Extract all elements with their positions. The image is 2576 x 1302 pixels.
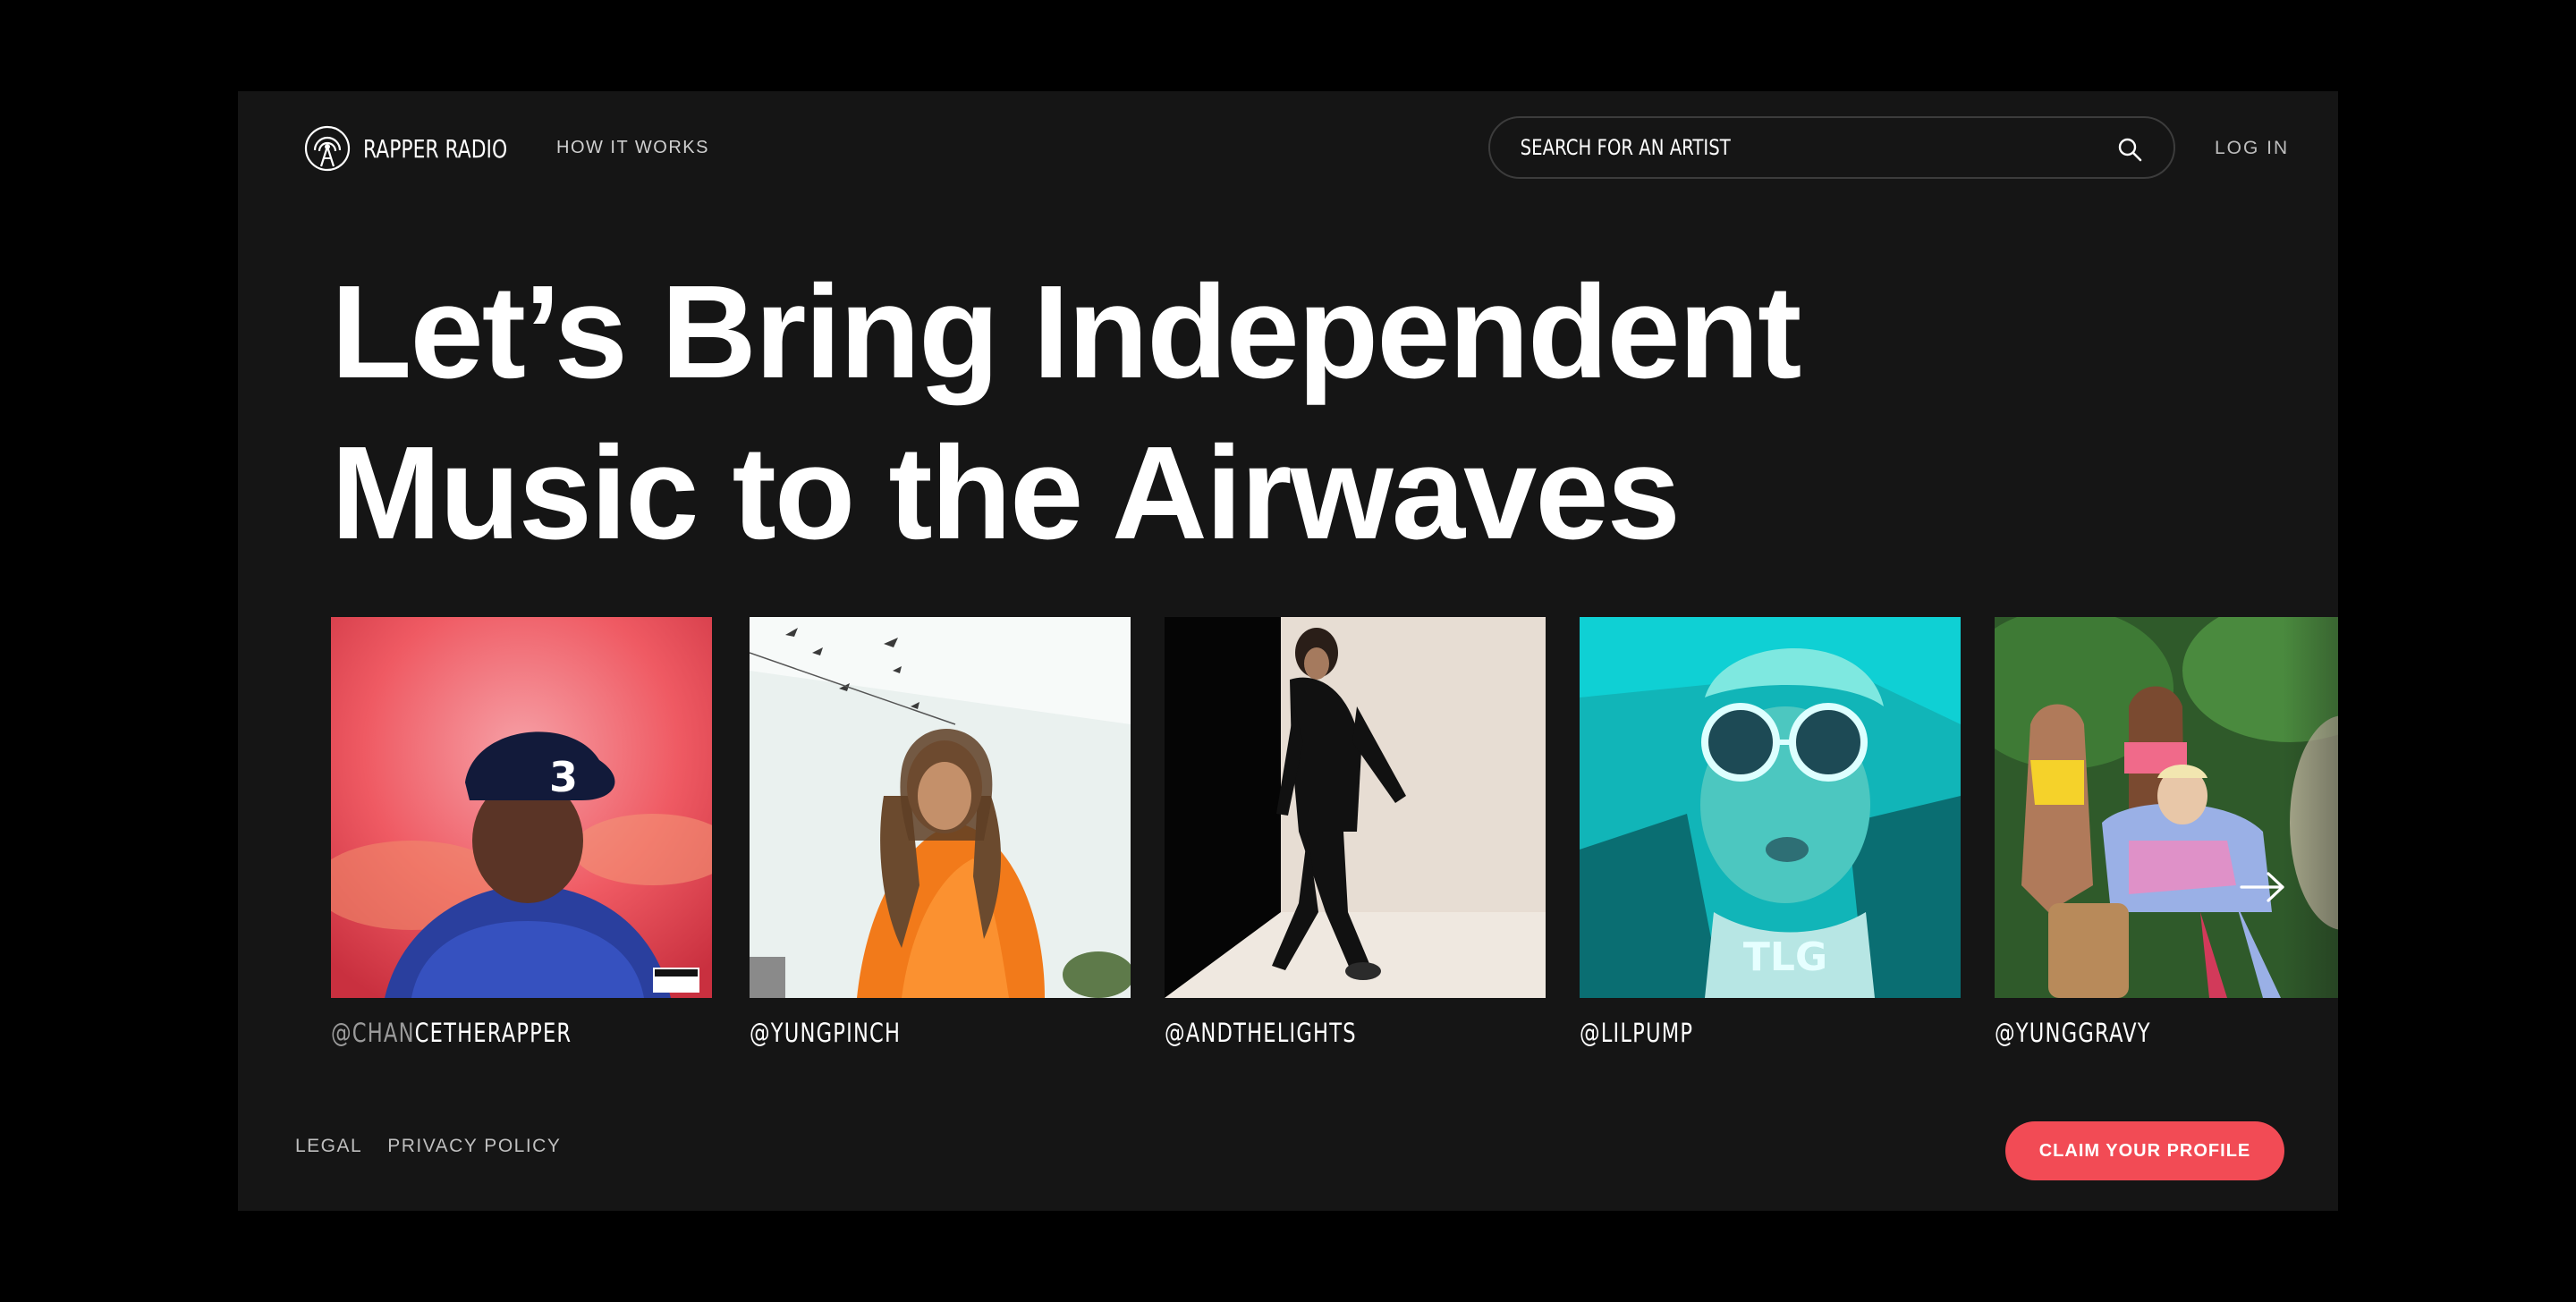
artist-handle: @CHANCETHERAPPER	[331, 1018, 628, 1048]
artist-photo	[750, 617, 1131, 998]
artist-card[interactable]: @YUNGPINCH	[750, 617, 1131, 1048]
hero-line-2: Music to the Airwaves	[331, 419, 1681, 567]
arrow-right-icon[interactable]	[2238, 869, 2288, 905]
login-link[interactable]: LOG IN	[2215, 138, 2289, 159]
brand-name: RAPPER RADIO	[363, 133, 508, 164]
hero-line-1: Let’s Bring Independent	[331, 258, 1801, 406]
radio-tower-icon	[304, 125, 351, 172]
artist-carousel: 3 @CHANCETHERAPPER @YUNGPINCH @ANDTHELIG…	[331, 617, 2338, 1154]
footer-links: LEGAL PRIVACY POLICY	[295, 1136, 561, 1157]
artist-card[interactable]: @ANDTHELIGHTS	[1165, 617, 1546, 1048]
artist-handle-dim: @CHAN	[331, 1018, 415, 1048]
nav-how-it-works-link[interactable]: HOW IT WORKS	[556, 138, 709, 158]
artist-handle: @YUNGPINCH	[750, 1018, 902, 1048]
privacy-policy-link[interactable]: PRIVACY POLICY	[387, 1136, 561, 1157]
legal-link[interactable]: LEGAL	[295, 1136, 362, 1157]
artist-handle: @YUNGGRAVY	[1995, 1018, 2151, 1048]
svg-text:3: 3	[549, 753, 578, 801]
artist-card[interactable]: TLG @LILPUMP	[1580, 617, 1961, 1048]
artist-photo	[1995, 617, 2338, 998]
search-input[interactable]	[1519, 134, 1992, 161]
artist-handle: @LILPUMP	[1580, 1018, 1694, 1048]
artist-photo	[1165, 617, 1546, 998]
artist-card[interactable]: 3 @CHANCETHERAPPER	[331, 617, 712, 1048]
page-panel: RAPPER RADIO HOW IT WORKS LOG IN Let’s B…	[238, 91, 2338, 1211]
claim-profile-button[interactable]: CLAIM YOUR PROFILE	[2005, 1121, 2284, 1180]
artist-photo: TLG	[1580, 617, 1961, 998]
artist-handle-rest: CETHERAPPER	[414, 1018, 572, 1048]
hero-headline: Let’s Bring Independent Music to the Air…	[331, 252, 2120, 574]
brand-logo[interactable]: RAPPER RADIO	[304, 125, 548, 172]
artist-photo: 3	[331, 617, 712, 998]
artist-handle: @ANDTHELIGHTS	[1165, 1018, 1357, 1048]
artist-card[interactable]: @YUNGGRAVY	[1995, 617, 2338, 1048]
svg-text:TLG: TLG	[1743, 934, 1827, 980]
search-bar	[1488, 116, 2175, 179]
search-icon[interactable]	[2116, 136, 2143, 163]
